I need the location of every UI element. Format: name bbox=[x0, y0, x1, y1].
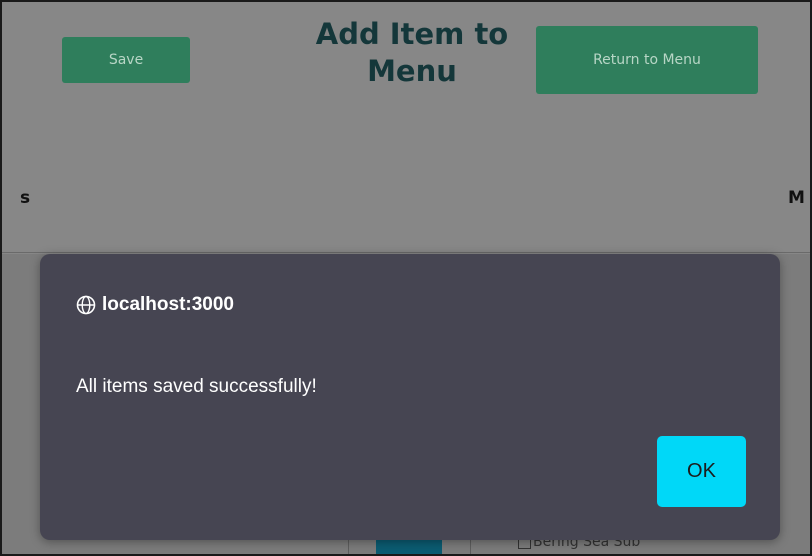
background-button[interactable] bbox=[376, 538, 442, 554]
header-divider bbox=[2, 252, 810, 253]
return-to-menu-label: Return to Menu bbox=[593, 52, 701, 68]
return-to-menu-button[interactable]: Return to Menu bbox=[536, 26, 758, 94]
dialog-origin-text: localhost:3000 bbox=[102, 294, 234, 315]
page-header: Save Add Item to Menu Return to Menu s M bbox=[2, 2, 810, 254]
column-header-left: s bbox=[20, 188, 31, 208]
alert-dialog: localhost:3000 All items saved successfu… bbox=[40, 254, 780, 540]
dialog-origin: localhost:3000 bbox=[76, 294, 234, 316]
ok-button[interactable]: OK bbox=[657, 436, 746, 507]
app-window: Save Add Item to Menu Return to Menu s M… bbox=[0, 0, 812, 556]
column-header-right: M bbox=[788, 188, 805, 208]
save-button[interactable]: Save bbox=[62, 37, 190, 83]
page-title: Add Item to Menu bbox=[315, 17, 509, 88]
dialog-message: All items saved successfully! bbox=[76, 376, 317, 397]
globe-icon bbox=[76, 295, 96, 315]
